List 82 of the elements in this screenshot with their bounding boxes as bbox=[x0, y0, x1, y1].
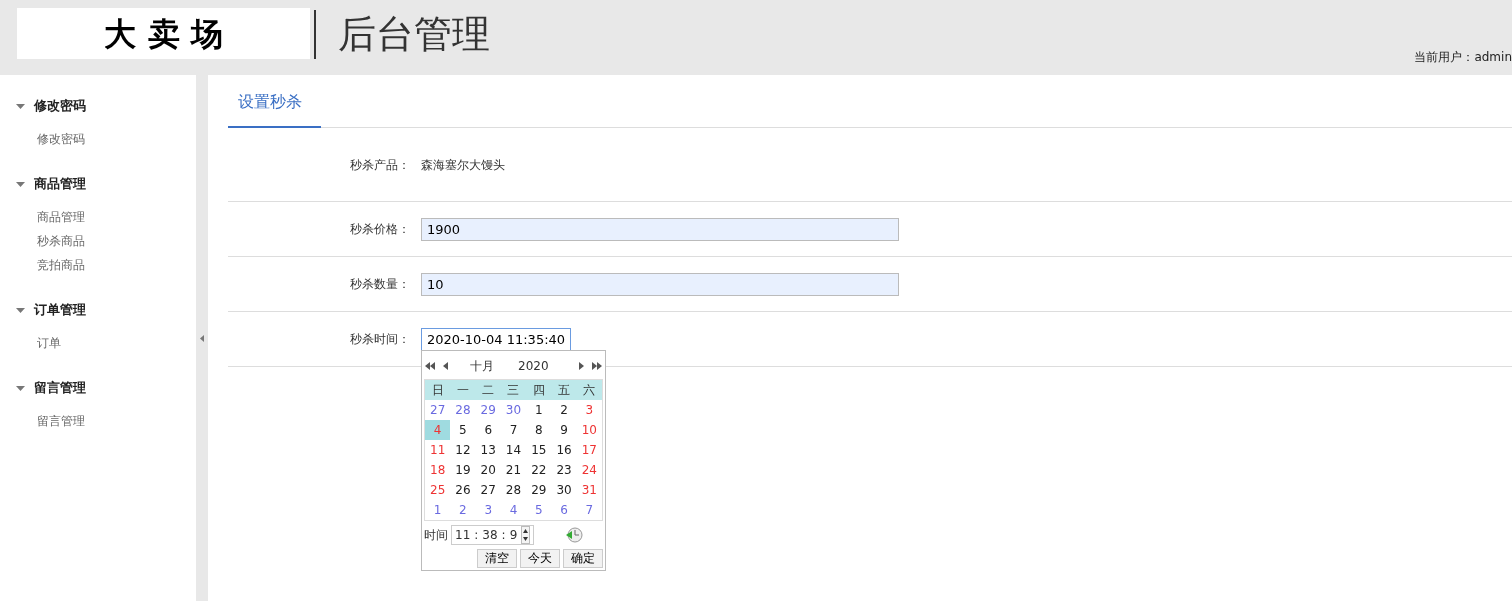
spinner-icon[interactable] bbox=[521, 526, 531, 544]
calendar-day[interactable]: 3 bbox=[576, 400, 602, 420]
calendar-day[interactable]: 4 bbox=[500, 500, 527, 520]
calendar-day[interactable]: 11 bbox=[425, 440, 451, 460]
sidebar-item[interactable]: 留言管理 bbox=[0, 409, 196, 433]
calendar-day[interactable]: 19 bbox=[450, 460, 476, 480]
collapse-icon[interactable] bbox=[200, 334, 204, 342]
weekday-header: 二 bbox=[481, 382, 496, 399]
time-field[interactable]: 11 : 38 : 9 bbox=[451, 525, 535, 545]
calendar-day[interactable]: 29 bbox=[526, 480, 552, 500]
sidebar-item[interactable]: 竞拍商品 bbox=[0, 253, 196, 277]
calendar-day[interactable]: 23 bbox=[551, 460, 577, 480]
input-field[interactable]: 1900 bbox=[421, 217, 899, 241]
calendar-day[interactable]: 7 bbox=[500, 420, 527, 440]
double-left-arrow-icon[interactable] bbox=[424, 360, 436, 372]
sidebar-group-title[interactable]: 订单管理 bbox=[0, 299, 196, 321]
calendar-day[interactable]: 2 bbox=[450, 500, 476, 520]
double-right-arrow-icon[interactable] bbox=[591, 360, 603, 372]
sidebar-group-title[interactable]: 商品管理 bbox=[0, 173, 196, 195]
calendar-day[interactable]: 13 bbox=[475, 440, 501, 460]
date-field[interactable]: 2020-10-04 11:35:40 bbox=[421, 327, 571, 351]
calendar-day[interactable]: 17 bbox=[576, 440, 602, 460]
field-label: 秒杀产品： bbox=[349, 156, 410, 174]
calendar-day[interactable]: 15 bbox=[526, 440, 552, 460]
month-label[interactable]: 十月 bbox=[470, 357, 494, 375]
calendar-day[interactable]: 5 bbox=[526, 500, 552, 520]
sidebar-item[interactable]: 修改密码 bbox=[0, 127, 196, 151]
sidebar-item[interactable]: 订单 bbox=[0, 331, 196, 355]
calendar-day[interactable]: 12 bbox=[450, 440, 476, 460]
calendar-day[interactable]: 31 bbox=[576, 480, 602, 500]
calendar-button[interactable]: 确定 bbox=[563, 549, 603, 568]
calendar-day[interactable]: 28 bbox=[500, 480, 527, 500]
time-label: 时间 bbox=[424, 527, 448, 544]
logo-text: 大 卖 场 bbox=[17, 8, 310, 59]
calendar-day[interactable]: 9 bbox=[551, 420, 577, 440]
tab[interactable]: 设置秒杀 bbox=[228, 90, 321, 128]
field-value: 森海塞尔大馒头 bbox=[421, 156, 505, 174]
calendar-day[interactable]: 25 bbox=[425, 480, 451, 500]
weekday-header: 六 bbox=[582, 382, 597, 399]
field-label: 秒杀时间： bbox=[349, 331, 410, 348]
current-user: 当前用户：admin bbox=[1414, 49, 1512, 66]
calendar-day[interactable]: 29 bbox=[475, 400, 501, 420]
calendar-day[interactable]: 6 bbox=[475, 420, 501, 440]
calendar-day[interactable]: 28 bbox=[450, 400, 476, 420]
calendar-day[interactable]: 10 bbox=[576, 420, 602, 440]
calendar-day[interactable]: 26 bbox=[450, 480, 476, 500]
weekday-header: 三 bbox=[506, 382, 521, 399]
weekday-header: 四 bbox=[531, 382, 546, 399]
calendar-day[interactable]: 27 bbox=[475, 480, 501, 500]
page-title: 后台管理 bbox=[338, 11, 490, 58]
calendar-day[interactable]: 16 bbox=[551, 440, 577, 460]
calendar-day[interactable]: 24 bbox=[576, 460, 602, 480]
calendar-day[interactable]: 1 bbox=[425, 500, 451, 520]
calendar-day[interactable]: 18 bbox=[425, 460, 451, 480]
calendar-day[interactable]: 3 bbox=[475, 500, 501, 520]
calendar-button[interactable]: 清空 bbox=[477, 549, 517, 568]
sidebar-item[interactable]: 秒杀商品 bbox=[0, 229, 196, 253]
calendar-day[interactable]: 1 bbox=[526, 400, 552, 420]
sidebar-item[interactable]: 商品管理 bbox=[0, 205, 196, 229]
calendar-day[interactable]: 27 bbox=[425, 400, 451, 420]
field-label: 秒杀价格： bbox=[349, 221, 410, 238]
calendar-day[interactable]: 14 bbox=[500, 440, 527, 460]
field-label: 秒杀数量： bbox=[349, 276, 410, 293]
calendar-day[interactable]: 5 bbox=[450, 420, 476, 440]
sidebar-group-title[interactable]: 留言管理 bbox=[0, 377, 196, 399]
sidebar-group-title[interactable]: 修改密码 bbox=[0, 95, 196, 117]
year-label[interactable]: 2020 bbox=[518, 357, 549, 375]
calendar-day[interactable]: 30 bbox=[551, 480, 577, 500]
input-field[interactable]: 10 bbox=[421, 272, 899, 296]
weekday-header: 日 bbox=[430, 382, 445, 399]
calendar-day[interactable]: 8 bbox=[526, 420, 552, 440]
calendar-day[interactable]: 7 bbox=[576, 500, 602, 520]
clock-icon[interactable] bbox=[565, 526, 583, 544]
calendar-day[interactable]: 30 bbox=[500, 400, 527, 420]
calendar-day[interactable]: 6 bbox=[551, 500, 577, 520]
calendar-day[interactable]: 22 bbox=[526, 460, 552, 480]
calendar-day[interactable]: 2 bbox=[551, 400, 577, 420]
calendar-day[interactable]: 20 bbox=[475, 460, 501, 480]
calendar-button[interactable]: 今天 bbox=[520, 549, 560, 568]
calendar-day[interactable]: 21 bbox=[500, 460, 527, 480]
weekday-header: 一 bbox=[455, 382, 470, 399]
weekday-header: 五 bbox=[557, 382, 572, 399]
